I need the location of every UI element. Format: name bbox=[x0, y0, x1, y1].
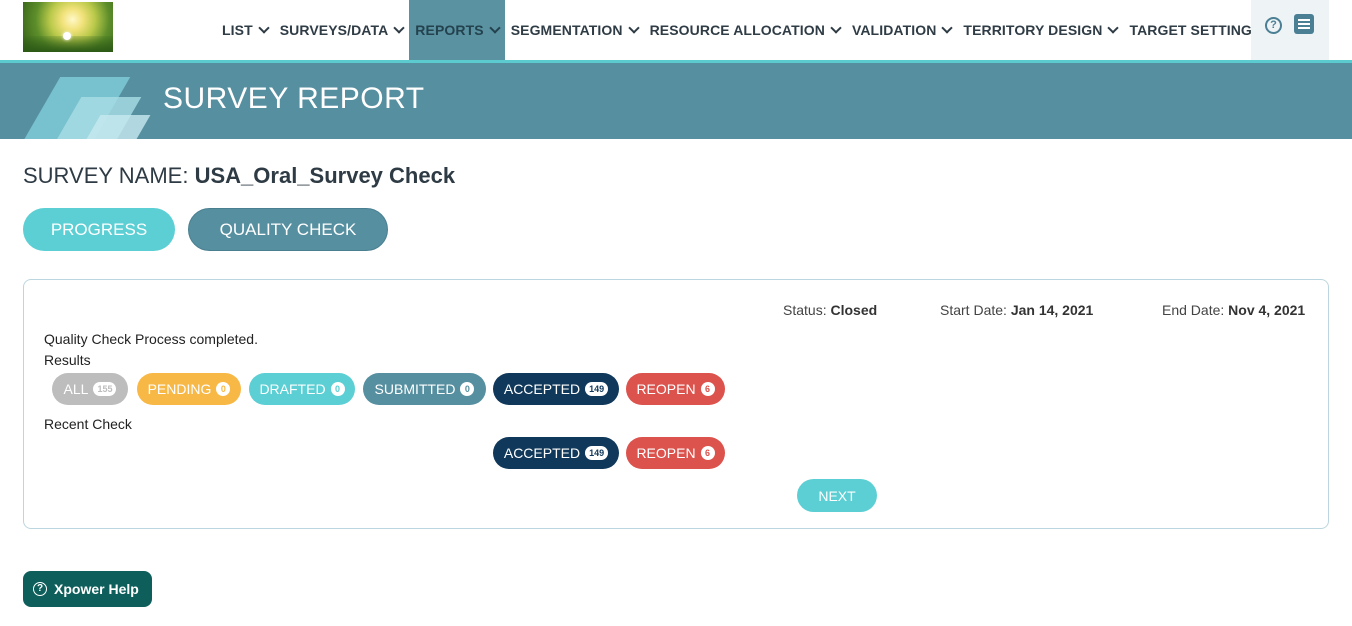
chevron-down-icon bbox=[393, 22, 405, 34]
nav-item-resource-allocation[interactable]: RESOURCE ALLOCATION bbox=[644, 0, 846, 60]
nav-item-label: LIST bbox=[222, 22, 253, 38]
top-nav: LIST SURVEYS/DATA REPORTS SEGMENTATION R… bbox=[0, 0, 1352, 60]
filter-all-button[interactable]: ALL 155 bbox=[52, 373, 128, 405]
nav-item-validation[interactable]: VALIDATION bbox=[846, 0, 957, 60]
pill-label: ACCEPTED bbox=[503, 445, 581, 461]
nav-item-label: REPORTS bbox=[415, 22, 484, 38]
nav-utility-area: ? bbox=[1251, 0, 1329, 60]
filter-reopen-button[interactable]: REOPEN 6 bbox=[626, 373, 725, 405]
filter-submitted-button[interactable]: SUBMITTED 0 bbox=[363, 373, 486, 405]
pill-label: REOPEN bbox=[636, 445, 696, 461]
pill-label: SUBMITTED bbox=[374, 381, 456, 397]
pill-label: ALL bbox=[63, 381, 89, 397]
tab-progress[interactable]: PROGRESS bbox=[23, 208, 175, 251]
logo-image[interactable] bbox=[23, 2, 113, 52]
end-date-value: Nov 4, 2021 bbox=[1228, 302, 1306, 318]
count-badge: 6 bbox=[700, 446, 715, 460]
nav-item-label: TERRITORY DESIGN bbox=[963, 22, 1103, 38]
question-icon: ? bbox=[33, 582, 47, 596]
menu-icon-bar bbox=[1298, 27, 1310, 29]
count-badge: 6 bbox=[700, 382, 715, 396]
status-label: Status: bbox=[783, 302, 827, 318]
survey-name-value: USA_Oral_Survey Check bbox=[194, 163, 456, 188]
status-info: Status: Closed bbox=[783, 302, 877, 318]
start-date-label: Start Date: bbox=[940, 302, 1007, 318]
page-title: SURVEY REPORT bbox=[163, 82, 425, 115]
chevron-down-icon bbox=[1107, 22, 1120, 34]
chevron-down-icon bbox=[941, 22, 954, 34]
chevron-down-icon bbox=[627, 22, 640, 34]
pill-label: PENDING bbox=[147, 381, 212, 397]
nav-item-label: VALIDATION bbox=[851, 22, 937, 38]
pill-label: REOPEN bbox=[636, 381, 696, 397]
count-badge: 0 bbox=[330, 382, 345, 396]
page-banner: SURVEY REPORT bbox=[0, 63, 1352, 139]
count-badge: 149 bbox=[585, 446, 609, 460]
nav-item-list[interactable]: LIST bbox=[216, 0, 274, 60]
quality-check-panel: Status: Closed Start Date: Jan 14, 2021 … bbox=[23, 279, 1329, 529]
nav-item-label: SEGMENTATION bbox=[510, 22, 623, 38]
survey-name-label: SURVEY NAME: bbox=[23, 163, 189, 188]
filter-pending-button[interactable]: PENDING 0 bbox=[137, 373, 241, 405]
logo-flower bbox=[63, 32, 71, 40]
nav-item-label: TARGET SETTING bbox=[1129, 22, 1252, 38]
chevron-down-icon bbox=[489, 22, 501, 34]
pill-label: ACCEPTED bbox=[503, 381, 581, 397]
end-date-label: End Date: bbox=[1162, 302, 1225, 318]
next-button[interactable]: NEXT bbox=[797, 479, 877, 512]
nav-menu: LIST SURVEYS/DATA REPORTS SEGMENTATION R… bbox=[216, 0, 1273, 60]
process-message: Quality Check Process completed. bbox=[44, 331, 258, 347]
nav-item-segmentation[interactable]: SEGMENTATION bbox=[505, 0, 644, 60]
help-icon[interactable]: ? bbox=[1265, 17, 1282, 34]
survey-name-heading: SURVEY NAME: USA_Oral_Survey Check bbox=[23, 163, 455, 189]
filter-accepted-button[interactable]: ACCEPTED 149 bbox=[493, 373, 619, 405]
help-button-label: Xpower Help bbox=[54, 581, 139, 597]
tab-quality-check[interactable]: QUALITY CHECK bbox=[188, 208, 388, 251]
recent-reopen-button[interactable]: REOPEN 6 bbox=[626, 437, 725, 469]
end-date-info: End Date: Nov 4, 2021 bbox=[1162, 302, 1305, 318]
recent-accepted-button[interactable]: ACCEPTED 149 bbox=[493, 437, 619, 469]
results-heading: Results bbox=[44, 352, 91, 368]
nav-item-label: RESOURCE ALLOCATION bbox=[649, 22, 825, 38]
filter-drafted-button[interactable]: DRAFTED 0 bbox=[249, 373, 355, 405]
xpower-help-button[interactable]: ? Xpower Help bbox=[23, 571, 152, 607]
menu-icon-bar bbox=[1298, 23, 1310, 25]
recent-check-heading: Recent Check bbox=[44, 416, 132, 432]
count-badge: 0 bbox=[216, 382, 231, 396]
nav-item-surveys-data[interactable]: SURVEYS/DATA bbox=[274, 0, 410, 60]
start-date-value: Jan 14, 2021 bbox=[1010, 302, 1094, 318]
menu-icon-bar bbox=[1298, 19, 1310, 21]
nav-item-reports[interactable]: REPORTS bbox=[409, 0, 505, 60]
menu-icon[interactable] bbox=[1294, 14, 1314, 34]
status-value: Closed bbox=[830, 302, 878, 318]
count-badge: 155 bbox=[93, 382, 117, 396]
chevron-down-icon bbox=[258, 22, 270, 34]
count-badge: 0 bbox=[460, 382, 475, 396]
pill-label: DRAFTED bbox=[259, 381, 326, 397]
start-date-info: Start Date: Jan 14, 2021 bbox=[940, 302, 1093, 318]
count-badge: 149 bbox=[585, 382, 609, 396]
nav-item-territory-design[interactable]: TERRITORY DESIGN bbox=[957, 0, 1123, 60]
chevron-down-icon bbox=[830, 22, 842, 34]
nav-item-label: SURVEYS/DATA bbox=[279, 22, 389, 38]
